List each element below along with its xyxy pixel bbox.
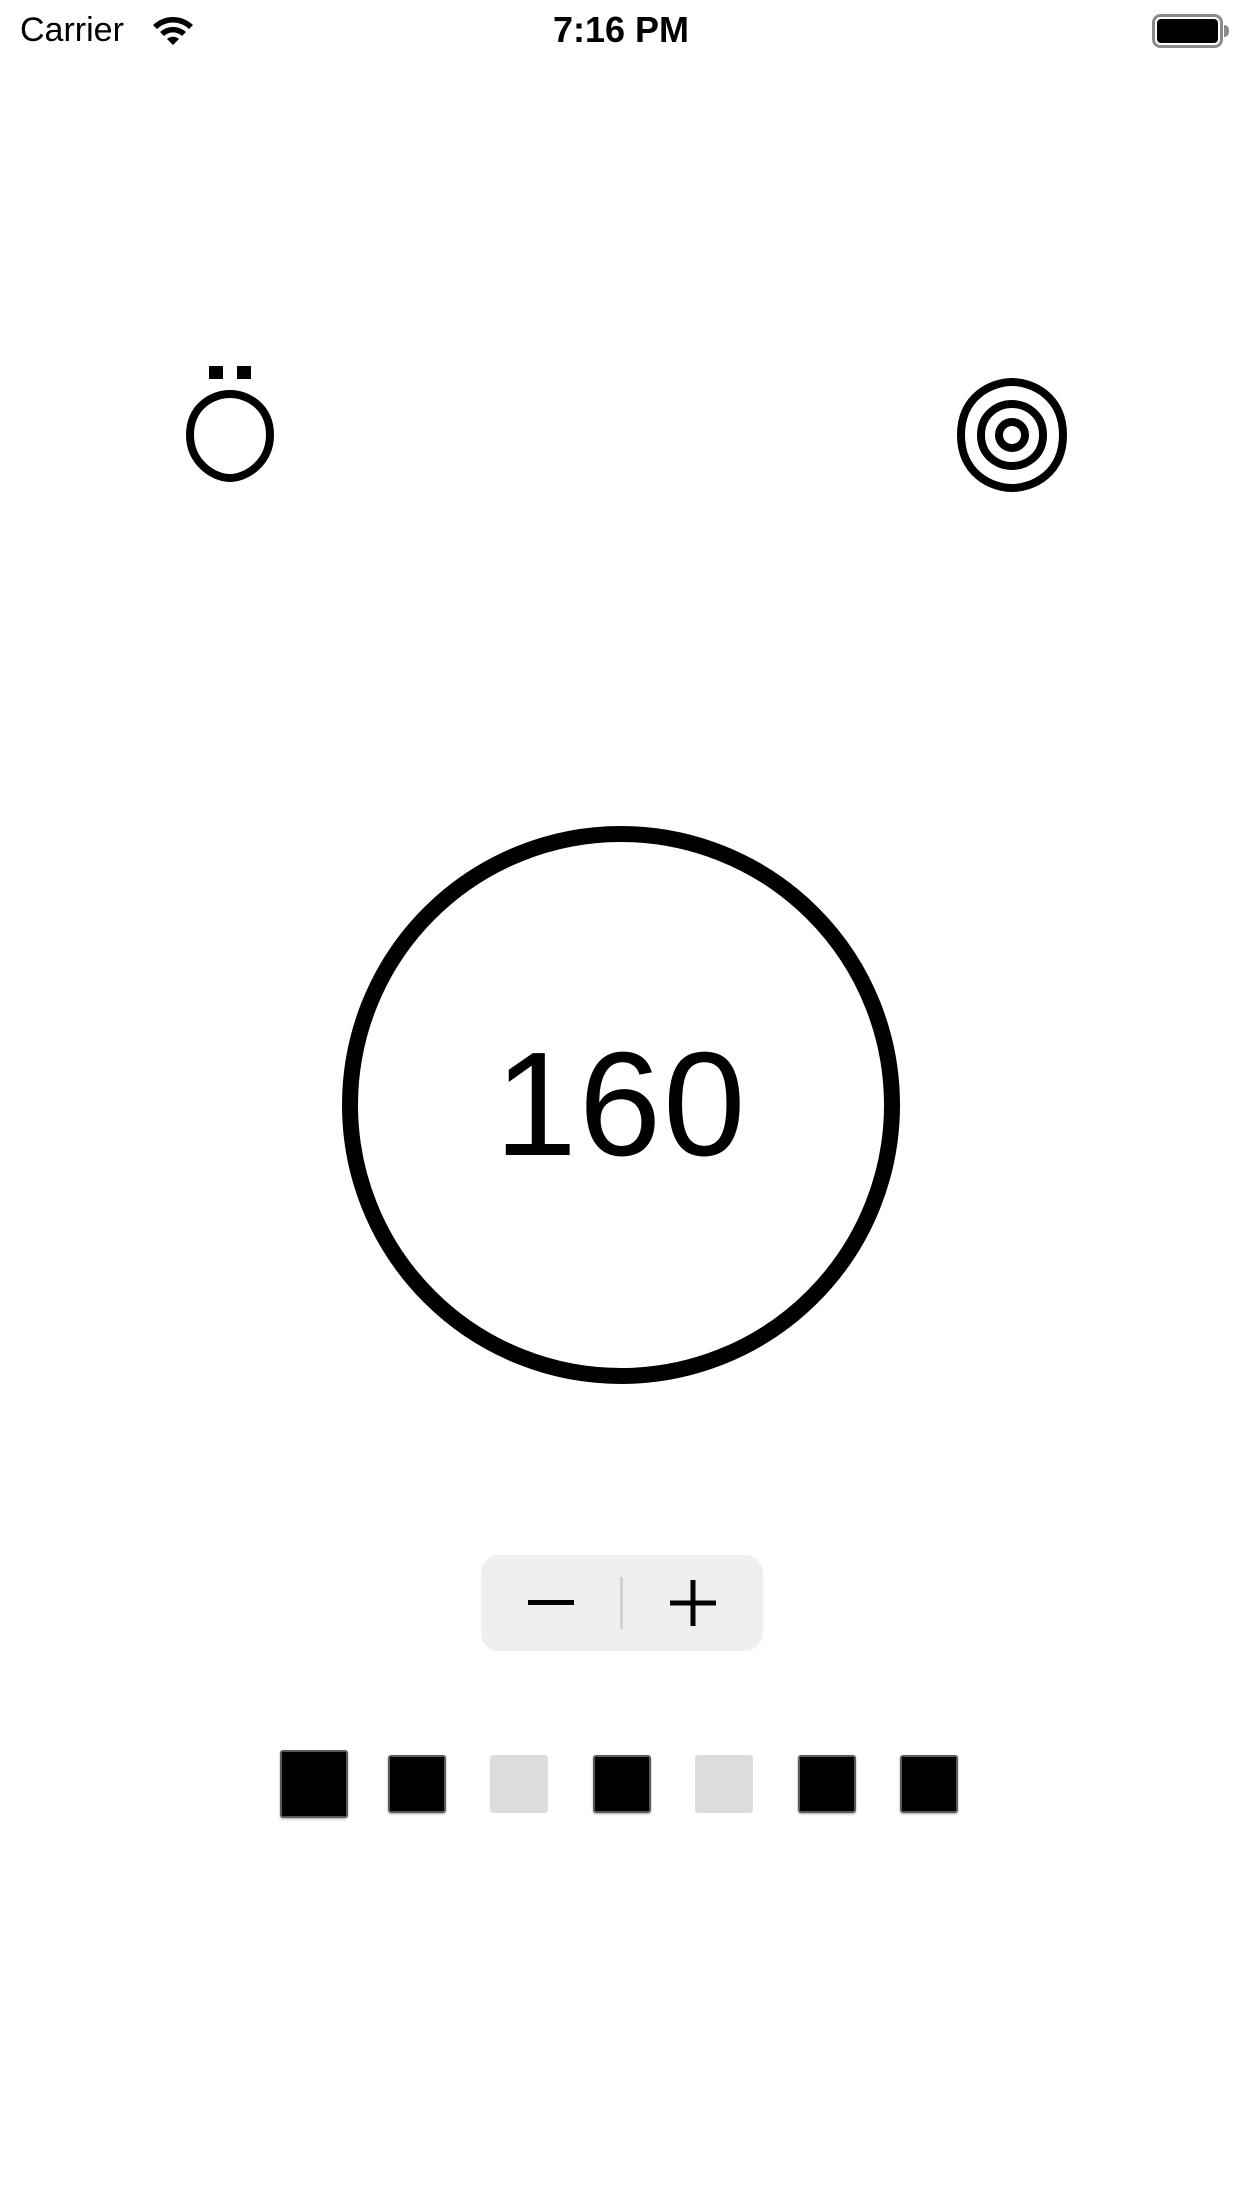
plus-icon xyxy=(670,1580,716,1626)
tempo-value: 160 xyxy=(494,1022,748,1187)
beat-square[interactable] xyxy=(387,1755,446,1813)
target-icon[interactable] xyxy=(955,378,1069,492)
mascot-icon[interactable] xyxy=(180,362,280,486)
status-bar: Carrier 7:16 PM xyxy=(0,0,1242,60)
beat-square[interactable] xyxy=(280,1750,348,1818)
increment-button[interactable] xyxy=(623,1555,763,1651)
beat-pattern xyxy=(0,1750,1242,1820)
beat-square[interactable] xyxy=(695,1755,753,1813)
beat-square[interactable] xyxy=(592,1755,651,1813)
battery-icon xyxy=(1152,14,1229,48)
decrement-button[interactable] xyxy=(481,1555,621,1651)
beat-square[interactable] xyxy=(490,1755,548,1813)
beat-square[interactable] xyxy=(797,1755,856,1813)
beat-square[interactable] xyxy=(900,1755,958,1813)
tempo-stepper xyxy=(481,1555,763,1651)
status-time: 7:16 PM xyxy=(552,9,690,50)
tempo-dial[interactable]: 160 xyxy=(342,826,900,1384)
minus-icon xyxy=(528,1600,574,1605)
